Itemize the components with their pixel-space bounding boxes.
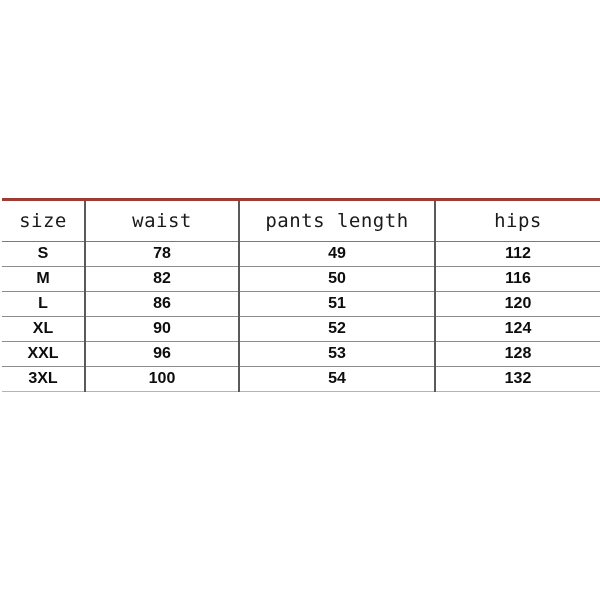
column-header-pants-length: pants length [239,198,436,242]
table-header: size waist pants length hips [2,198,600,242]
table-row: L 86 51 120 [2,291,600,317]
cell-pants-length: 54 [239,366,436,392]
cell-pants-length: 50 [239,266,436,292]
column-header-hips: hips [435,198,600,242]
cell-hips: 128 [435,341,600,367]
cell-hips: 120 [435,291,600,317]
size-chart-table: size waist pants length hips S 78 49 112… [2,198,600,392]
size-chart-page: size waist pants length hips S 78 49 112… [0,0,600,600]
cell-hips: 112 [435,241,600,267]
cell-size: S [2,241,86,267]
cell-pants-length: 49 [239,241,436,267]
cell-waist: 96 [85,341,240,367]
cell-pants-length: 51 [239,291,436,317]
table-row: S 78 49 112 [2,241,600,267]
cell-hips: 116 [435,266,600,292]
cell-pants-length: 52 [239,316,436,342]
cell-hips: 132 [435,366,600,392]
column-header-size: size [2,198,86,242]
table-row: XXL 96 53 128 [2,341,600,367]
column-header-waist: waist [85,198,240,242]
cell-waist: 82 [85,266,240,292]
table-row: XL 90 52 124 [2,316,600,342]
cell-size: XL [2,316,86,342]
cell-size: M [2,266,86,292]
cell-waist: 90 [85,316,240,342]
header-row: size waist pants length hips [2,198,600,242]
cell-pants-length: 53 [239,341,436,367]
cell-hips: 124 [435,316,600,342]
cell-size: 3XL [2,366,86,392]
cell-size: L [2,291,86,317]
table-row: 3XL 100 54 132 [2,366,600,392]
cell-size: XXL [2,341,86,367]
table-row: M 82 50 116 [2,266,600,292]
cell-waist: 86 [85,291,240,317]
cell-waist: 78 [85,241,240,267]
table-body: S 78 49 112 M 82 50 116 L 86 51 120 XL 9… [2,241,600,392]
cell-waist: 100 [85,366,240,392]
